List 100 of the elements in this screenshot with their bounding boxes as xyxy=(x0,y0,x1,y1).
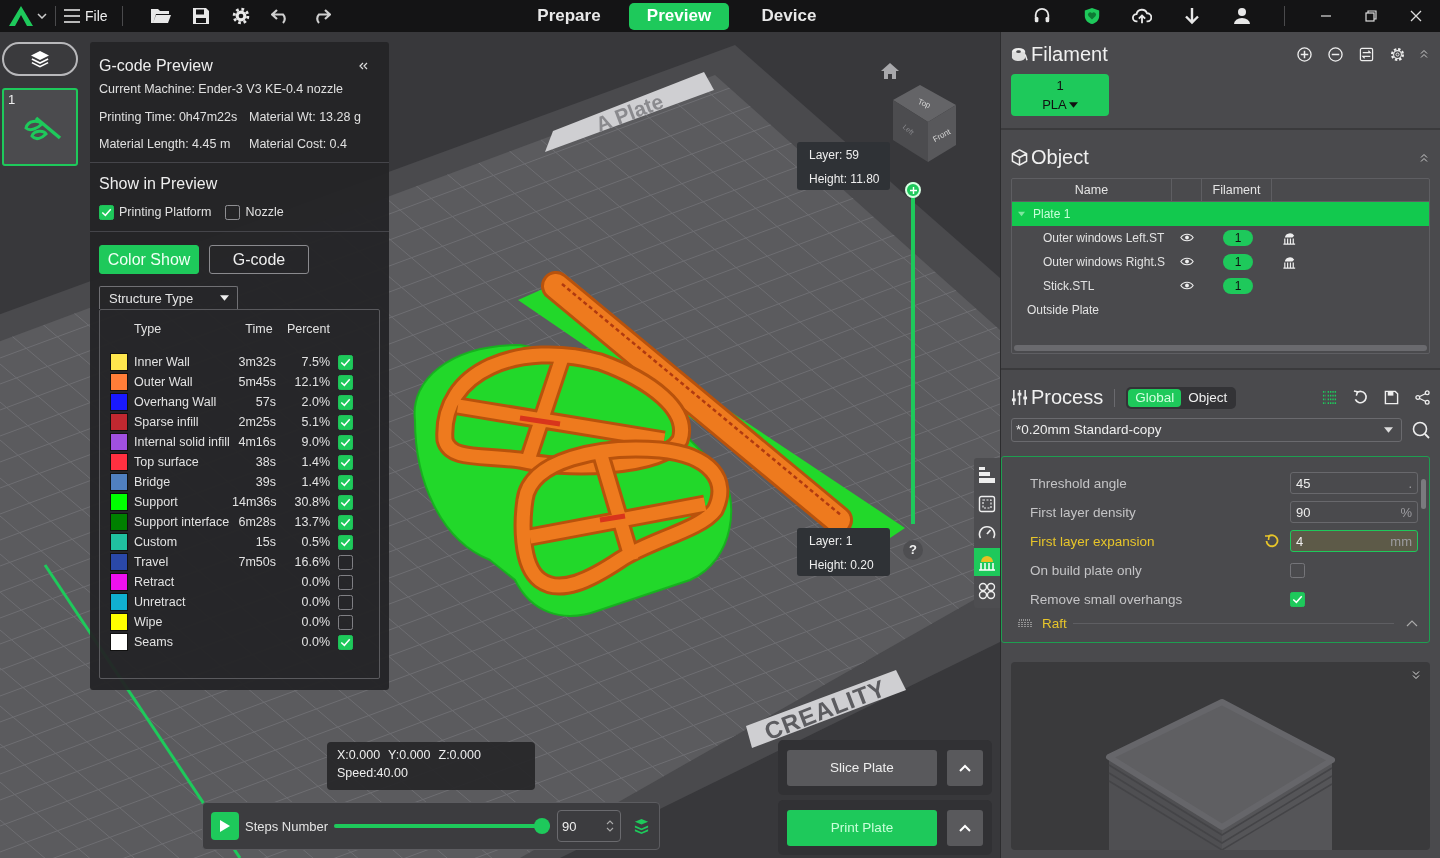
checkbox[interactable] xyxy=(338,614,353,630)
coordinate-value: X:0.000 xyxy=(337,747,381,764)
filament-badge[interactable]: 1 xyxy=(1223,253,1253,270)
scrollbar-thumb[interactable] xyxy=(1421,478,1426,509)
plus-icon xyxy=(909,186,917,194)
add-icon[interactable] xyxy=(1297,46,1312,62)
scrollbar[interactable] xyxy=(1014,344,1427,351)
checkbox[interactable] xyxy=(338,414,353,430)
layer-slider[interactable] xyxy=(905,182,921,524)
legend-percent: 16.6% xyxy=(293,555,330,569)
checkbox[interactable] xyxy=(338,454,353,470)
swap-icon[interactable] xyxy=(1359,46,1374,62)
chevron-up-icon[interactable] xyxy=(1406,620,1418,628)
checkbox[interactable] xyxy=(1290,591,1305,607)
checkbox[interactable] xyxy=(338,434,353,450)
caret-icon[interactable] xyxy=(37,13,47,19)
object-row[interactable]: Stick.STL 1 xyxy=(1012,273,1429,298)
eye-icon[interactable] xyxy=(1180,281,1194,291)
four-circles-icon xyxy=(978,582,996,600)
reset-icon[interactable] xyxy=(1353,390,1368,406)
checkbox[interactable] xyxy=(338,474,353,490)
eye-icon[interactable] xyxy=(1180,257,1194,267)
mode-tab[interactable]: Prepare xyxy=(519,2,619,30)
object-row[interactable]: Outside Plate xyxy=(1012,297,1429,322)
legend-type: Support interface xyxy=(134,515,231,529)
legend-percent: 2.0% xyxy=(300,395,330,409)
plate-thumbnail[interactable]: 1 xyxy=(2,88,78,166)
expand-icon[interactable] xyxy=(1412,670,1420,681)
expand-button[interactable] xyxy=(947,809,983,846)
file-menu[interactable]: File xyxy=(64,4,114,28)
legend-percent: 7.5% xyxy=(300,355,330,369)
checkbox[interactable] xyxy=(338,514,353,530)
legend-time: 14m36s xyxy=(232,495,276,509)
plate-action-button[interactable]: Slice Plate xyxy=(787,749,937,786)
plate-list-toggle[interactable] xyxy=(2,42,78,76)
checkbox[interactable] xyxy=(338,394,353,410)
play-button[interactable] xyxy=(211,812,239,840)
number-field[interactable]: 45 . xyxy=(1290,472,1418,495)
object-row[interactable]: Outer windows Right.S 1 xyxy=(1012,249,1429,274)
eye-icon[interactable] xyxy=(1180,233,1194,243)
checkbox[interactable] xyxy=(338,354,353,370)
legend-time: 3m32s xyxy=(237,355,276,369)
legend-percent: 0.0% xyxy=(300,595,330,609)
checkbox[interactable] xyxy=(338,374,353,390)
checkbox[interactable] xyxy=(1290,562,1305,578)
checkbox[interactable] xyxy=(99,204,114,220)
steps-slider[interactable] xyxy=(334,818,551,834)
number-field[interactable]: 90 % xyxy=(1290,501,1418,524)
menu-icon xyxy=(64,9,80,23)
filament-slot[interactable]: 1 PLA xyxy=(1011,74,1109,116)
headset-icon[interactable] xyxy=(1032,7,1052,25)
checkbox[interactable] xyxy=(338,554,353,570)
restore-icon[interactable] xyxy=(1365,10,1377,22)
slider-handle[interactable] xyxy=(905,182,921,198)
dome-pillars-icon[interactable] xyxy=(1282,254,1297,270)
checkbox[interactable] xyxy=(338,634,353,650)
view-type-dropdown[interactable]: Structure Type xyxy=(99,286,238,309)
checkbox[interactable] xyxy=(338,534,353,550)
expand-button[interactable] xyxy=(947,749,983,786)
dotted-list-icon[interactable] xyxy=(1322,390,1337,406)
collapse-icon[interactable] xyxy=(358,62,368,70)
save-icon[interactable] xyxy=(1384,390,1399,406)
section-title: Filament xyxy=(1031,42,1108,66)
home-icon[interactable] xyxy=(880,62,900,80)
share-icon[interactable] xyxy=(1415,390,1430,406)
checkbox[interactable] xyxy=(338,574,353,590)
settings-icon[interactable] xyxy=(1390,46,1405,62)
shield-icon[interactable] xyxy=(1082,7,1102,25)
setting-label: Threshold angle xyxy=(1030,475,1128,491)
settings-icon[interactable] xyxy=(230,7,251,25)
remove-icon[interactable] xyxy=(1328,46,1343,62)
slider-handle[interactable] xyxy=(534,818,551,834)
dome-pillars-icon[interactable] xyxy=(1282,230,1297,246)
layer-stack-icon[interactable] xyxy=(633,817,651,835)
checkbox[interactable] xyxy=(338,594,353,610)
checkbox[interactable] xyxy=(338,494,353,510)
checkbox[interactable] xyxy=(225,204,241,220)
user-icon[interactable] xyxy=(1232,7,1252,25)
coordinate-value: Y:0.000 xyxy=(388,747,431,764)
download-icon[interactable] xyxy=(1182,7,1202,25)
print-stat: Printing Time: 0h47m22s xyxy=(99,109,239,126)
number-field[interactable]: 4 mm xyxy=(1290,530,1418,553)
steps-input[interactable]: 90 xyxy=(557,810,622,842)
spinner-icon[interactable] xyxy=(606,819,615,833)
preset-dropdown[interactable]: *0.20mm Standard-copy xyxy=(1011,417,1402,442)
cube-face-label: Front xyxy=(931,127,953,144)
search-icon[interactable] xyxy=(1412,420,1430,439)
logo-icon[interactable] xyxy=(8,5,34,27)
column-header: Type xyxy=(134,322,163,336)
reset-icon[interactable] xyxy=(1264,533,1280,550)
filament-badge[interactable]: 1 xyxy=(1223,229,1253,246)
close-icon[interactable] xyxy=(1410,10,1422,22)
mode-tab[interactable]: Device xyxy=(739,2,839,30)
cloud-upload-icon[interactable] xyxy=(1132,7,1152,25)
view-mode-button[interactable]: G-code xyxy=(209,245,309,274)
object-row[interactable]: Outer windows Left.ST 1 xyxy=(1012,225,1429,250)
folder-icon[interactable] xyxy=(150,7,171,25)
scope-tab[interactable]: Object xyxy=(1181,388,1235,407)
filament-badge[interactable]: 1 xyxy=(1223,277,1253,294)
save-icon[interactable] xyxy=(190,7,211,25)
